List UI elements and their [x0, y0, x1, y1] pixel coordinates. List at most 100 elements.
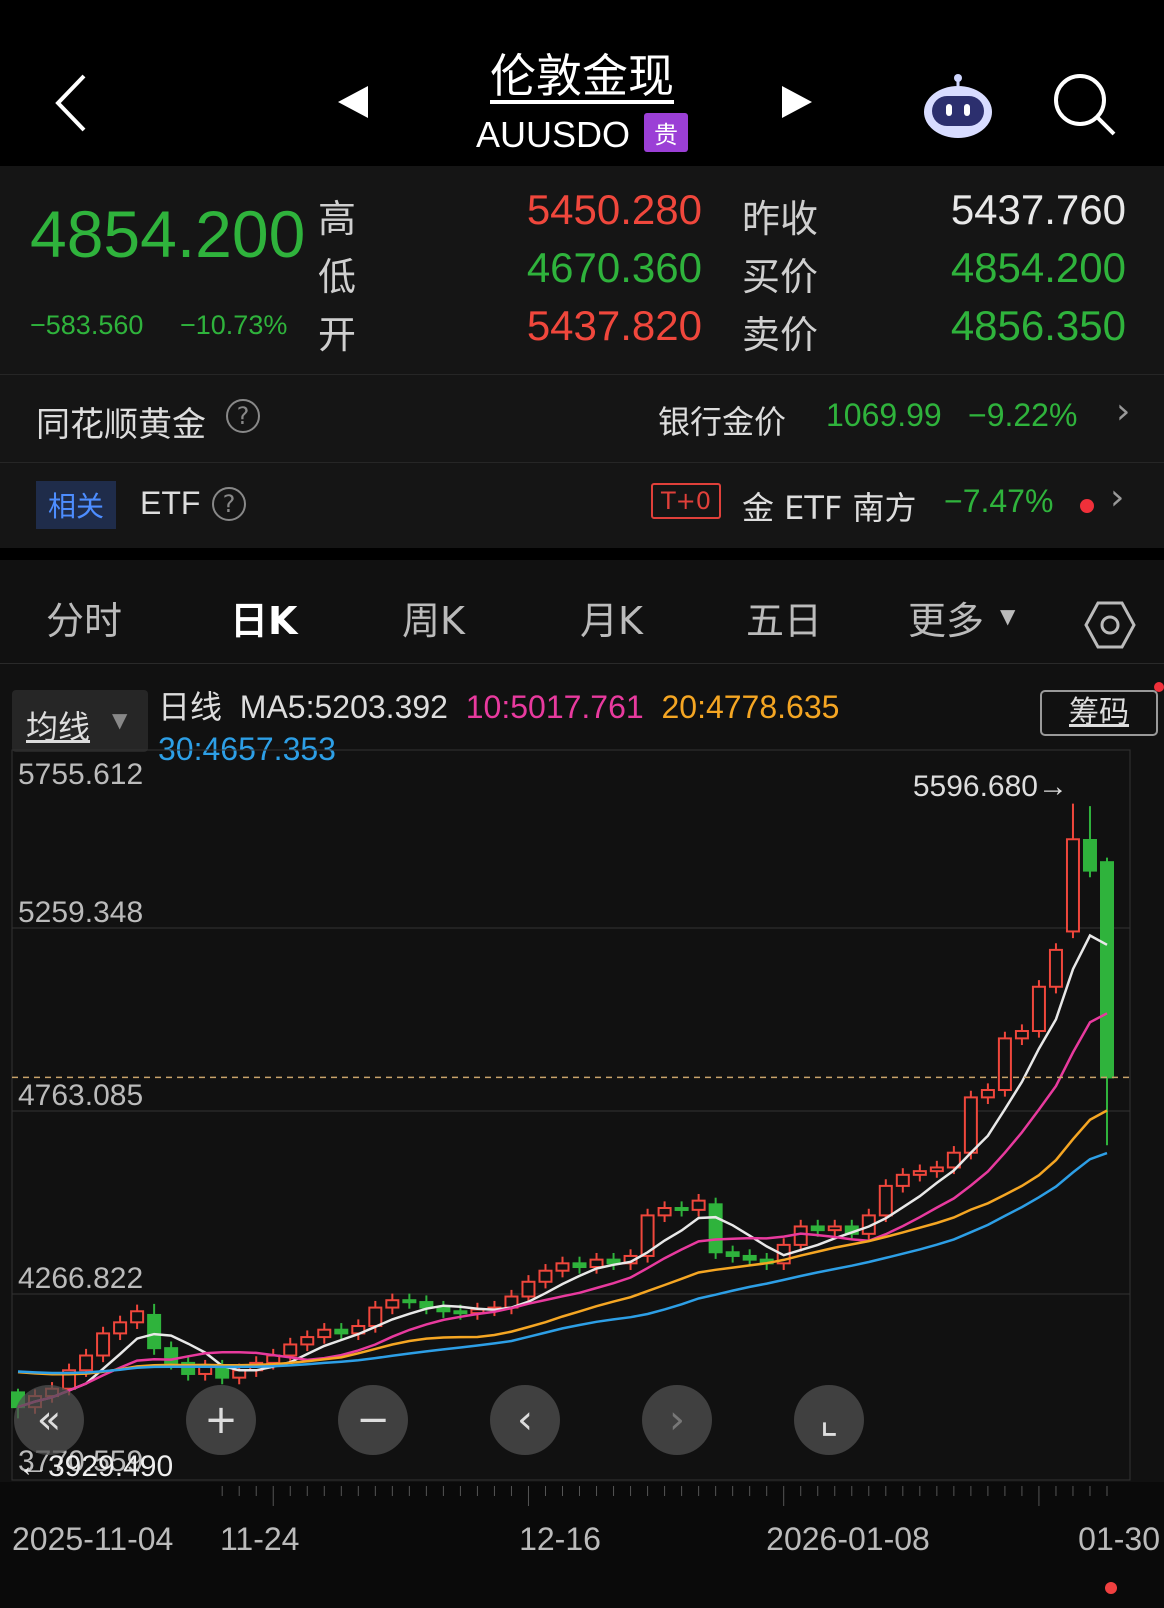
zoom-out-button[interactable]: −: [338, 1385, 408, 1455]
y-tick-label: 5755.612: [18, 758, 143, 791]
code-text: AUUSDO: [475, 114, 631, 155]
ma10-line: [17, 1012, 1108, 1409]
tab-3[interactable]: 月K: [580, 590, 643, 645]
candle-up: [130, 1310, 145, 1324]
candle-down: [1100, 861, 1114, 1079]
chevron-right-icon[interactable]: ›: [1116, 391, 1130, 432]
x-tick-label: 12-16: [519, 1521, 601, 1557]
y-tick-label: 5259.348: [18, 896, 143, 929]
x-tick-label: 01-30: [1078, 1521, 1160, 1557]
help-icon[interactable]: ?: [212, 487, 246, 521]
category-badge: 贵: [644, 113, 689, 152]
robot-assistant-icon[interactable]: [920, 72, 996, 140]
candle-up: [317, 1328, 332, 1339]
stat-value: 5450.280: [526, 186, 702, 233]
candle-up: [691, 1199, 706, 1211]
live-dot: [1080, 499, 1094, 513]
candle-down: [436, 1306, 451, 1313]
last-price: 4854.200: [30, 197, 306, 271]
y-tick-label: 4763.085: [18, 1079, 143, 1112]
candle-up: [368, 1306, 383, 1328]
stat-label: 高: [318, 197, 357, 241]
settings-icon[interactable]: [1084, 600, 1136, 650]
candle-down: [742, 1254, 757, 1261]
candle-up: [300, 1336, 315, 1346]
candle-up: [878, 1184, 893, 1217]
x-tick-label: 2026-01-08: [766, 1521, 930, 1557]
candle-up: [96, 1332, 111, 1357]
candle-up: [912, 1170, 927, 1176]
candle-up: [997, 1037, 1012, 1092]
scroll-start-button[interactable]: «: [14, 1385, 84, 1455]
price-change-pct: −10.73%: [180, 310, 288, 340]
candle-up: [793, 1225, 808, 1246]
candle-up: [113, 1321, 128, 1335]
tab-1[interactable]: 日K: [230, 590, 297, 645]
top-bar: 伦敦金现 AUUSDO 贵: [0, 0, 1164, 166]
bank-gold-pct: −9.22%: [968, 397, 1078, 433]
min-marker: ←3929.490: [18, 1450, 173, 1483]
candle-up: [895, 1173, 910, 1187]
fullscreen-button[interactable]: ⌞: [794, 1385, 864, 1455]
candle-up: [1014, 1030, 1029, 1040]
next-instrument-icon[interactable]: [778, 84, 814, 120]
candle-up: [1048, 948, 1063, 988]
candle-up: [1065, 838, 1080, 933]
x-tick-label: 2025-11-04: [12, 1521, 173, 1557]
tab-2[interactable]: 周K: [402, 590, 465, 645]
stat-label: 开: [318, 313, 357, 357]
more-dropdown-icon: ▼: [1000, 604, 1016, 628]
etf-pct: −7.47%: [944, 483, 1054, 519]
candlestick-chart[interactable]: 5755.6125259.3484763.0854266.8223770.559…: [0, 664, 1164, 1608]
search-icon[interactable]: [1052, 72, 1118, 138]
stat-label: 买价: [742, 255, 819, 299]
candle-down: [334, 1328, 349, 1335]
related-tag: 相关: [36, 481, 117, 529]
candle-up: [79, 1354, 94, 1372]
candle-down: [402, 1299, 417, 1304]
zoom-in-icon: +: [204, 1397, 238, 1443]
candle-down: [572, 1262, 587, 1269]
scroll-right-icon: ›: [669, 1397, 685, 1443]
candle-down: [1082, 838, 1097, 872]
candle-down: [725, 1251, 740, 1257]
candle-up: [827, 1225, 842, 1232]
stat-label: 昨收: [742, 197, 819, 241]
stat-value: 5437.820: [526, 302, 702, 349]
fullscreen-icon: ⌞: [819, 1397, 839, 1443]
zoom-in-button[interactable]: +: [186, 1385, 256, 1455]
etf-label: ETF: [140, 485, 201, 521]
candle-down: [215, 1365, 230, 1379]
candle-up: [283, 1343, 298, 1357]
tab-4[interactable]: 五日: [746, 590, 822, 645]
x-tick-label: 11-24: [220, 1521, 299, 1557]
stat-value: 4856.350: [950, 302, 1126, 349]
bank-gold-label: 银行金价: [658, 403, 787, 441]
candle-up: [538, 1269, 553, 1283]
candle-up: [980, 1089, 995, 1099]
price-change: −583.560: [30, 310, 144, 340]
candle-up: [657, 1207, 672, 1217]
candle-down: [810, 1225, 825, 1232]
scroll-right-button[interactable]: ›: [642, 1385, 712, 1455]
etf-row[interactable]: 相关 ETF ? T+0 金 ETF 南方 −7.47% ›: [0, 462, 1164, 548]
candle-down: [453, 1310, 468, 1315]
candle-up: [963, 1096, 978, 1154]
candle-down: [147, 1313, 162, 1350]
scroll-start-icon: «: [36, 1397, 62, 1443]
plot-frame: [11, 749, 1131, 1481]
bank-gold-price: 1069.99: [826, 397, 942, 433]
etf-name: 金 ETF 南方: [742, 489, 917, 527]
stat-value: 4670.360: [526, 244, 702, 291]
stat-label: 低: [318, 255, 357, 299]
candle-down: [674, 1207, 689, 1212]
scroll-left-button[interactable]: ‹: [490, 1385, 560, 1455]
candle-up: [385, 1299, 400, 1309]
chevron-right-icon[interactable]: ›: [1110, 477, 1124, 518]
tab-0[interactable]: 分时: [46, 590, 122, 645]
stat-value: 5437.760: [950, 186, 1126, 233]
help-icon[interactable]: ?: [226, 399, 260, 433]
tab-5[interactable]: 更多: [908, 590, 984, 645]
gold-row[interactable]: 同花顺黄金 ? 银行金价 1069.99 −9.22% ›: [0, 374, 1164, 462]
stat-value: 4854.200: [950, 244, 1126, 291]
